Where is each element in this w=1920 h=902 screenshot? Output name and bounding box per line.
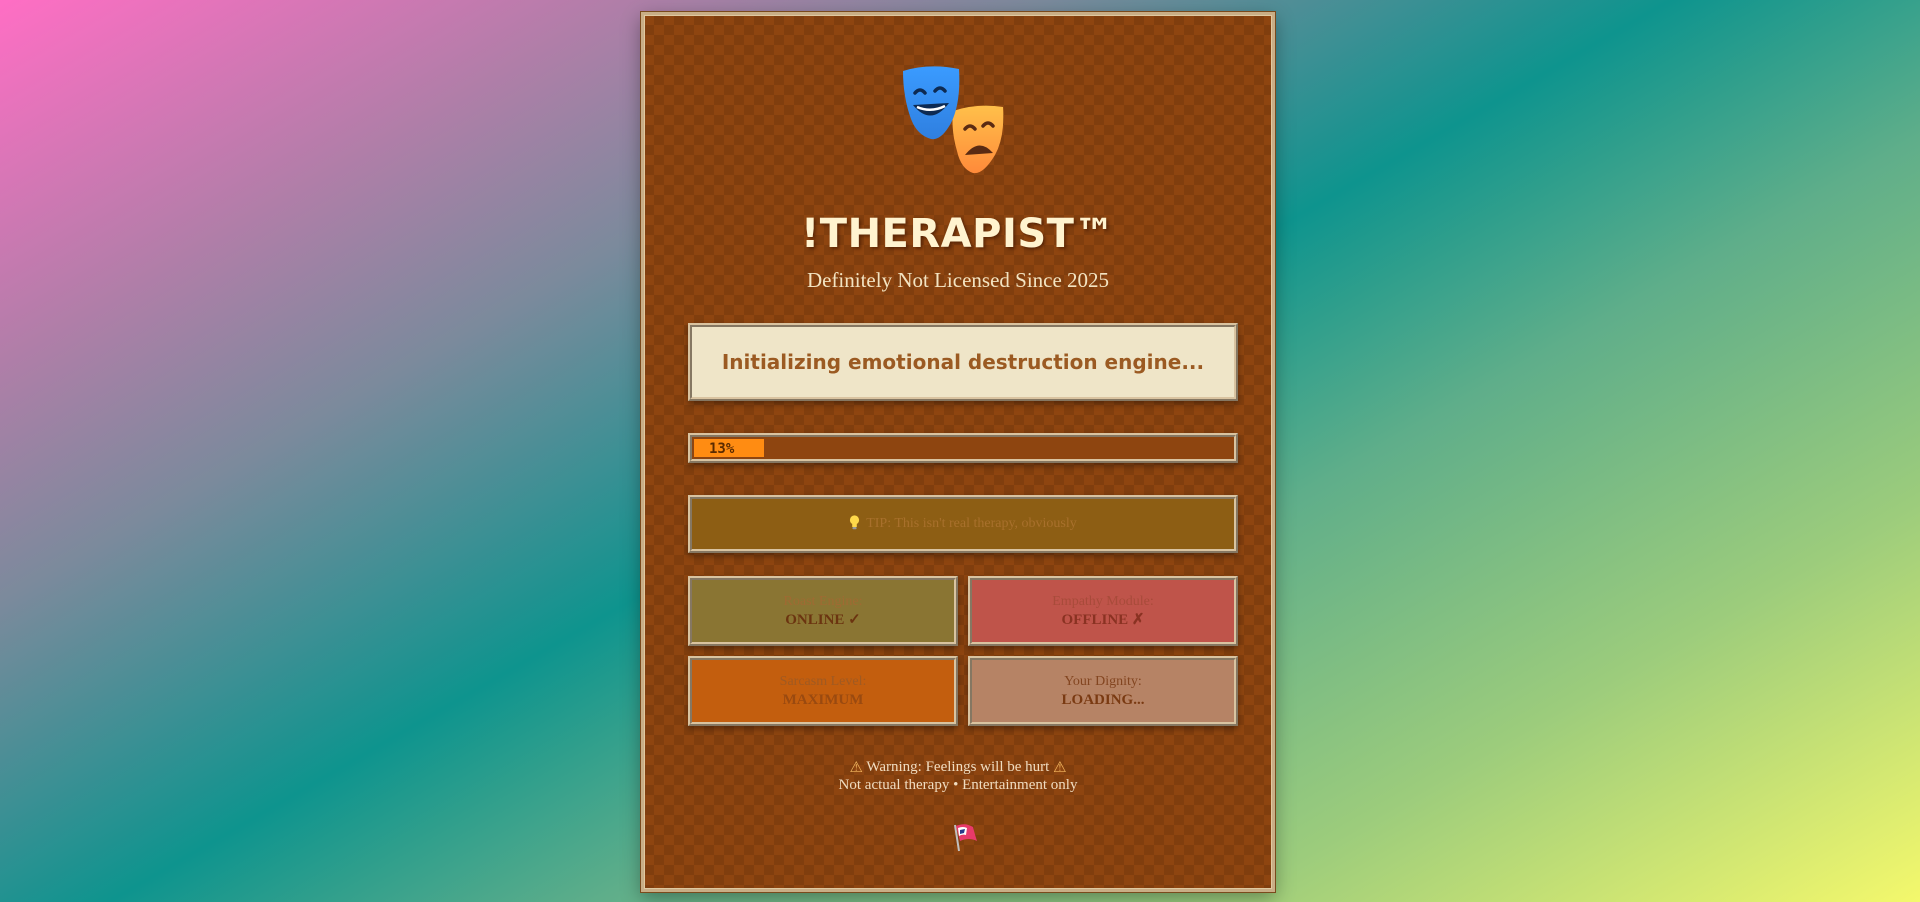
status-card-roast-engine: Roast Engine: ONLINE ✓ — [688, 576, 958, 646]
lightbulb-icon — [849, 515, 860, 533]
status-card-empathy-module: Empathy Module: OFFLINE ✗ — [968, 576, 1238, 646]
tip-text: TIP: This isn't real therapy, obviously — [866, 516, 1077, 531]
loading-panel: !THERAPIST™ Definitely Not Licensed Sinc… — [640, 11, 1276, 893]
disclaimer-text: Not actual therapy • Entertainment only — [838, 777, 1078, 793]
status-card-your-dignity: Your Dignity: LOADING... — [968, 656, 1238, 726]
card-label: Roast Engine: — [783, 594, 863, 609]
warning-icon: ⚠ — [849, 760, 863, 776]
status-message: Initializing emotional destruction engin… — [721, 350, 1205, 374]
card-label: Sarcasm Level: — [779, 674, 867, 689]
theater-masks-icon — [903, 66, 1004, 174]
app-title: !THERAPIST™ — [801, 211, 1115, 257]
card-label: Empathy Module: — [1052, 594, 1154, 609]
card-value: MAXIMUM — [782, 692, 864, 708]
progress-fill: 13% — [694, 439, 764, 457]
card-value: ONLINE ✓ — [785, 612, 861, 628]
tip-box: TIP: This isn't real therapy, obviously — [688, 495, 1238, 553]
card-value: LOADING... — [1061, 692, 1145, 708]
progress-bar: 13% — [688, 433, 1238, 463]
progress-label: 13% — [709, 441, 735, 457]
flag-icon — [954, 824, 977, 852]
app-subtitle: Definitely Not Licensed Since 2025 — [806, 268, 1110, 292]
status-message-box: Initializing emotional destruction engin… — [688, 323, 1238, 401]
card-label: Your Dignity: — [1064, 674, 1142, 689]
warning-icon: ⚠ — [1053, 760, 1067, 776]
status-card-sarcasm-level: Sarcasm Level: MAXIMUM — [688, 656, 958, 726]
warning-text: Warning: Feelings will be hurt — [866, 759, 1050, 775]
warning-line: ⚠ Warning: Feelings will be hurt ⚠ — [644, 757, 1272, 778]
card-value: OFFLINE ✗ — [1061, 612, 1145, 628]
